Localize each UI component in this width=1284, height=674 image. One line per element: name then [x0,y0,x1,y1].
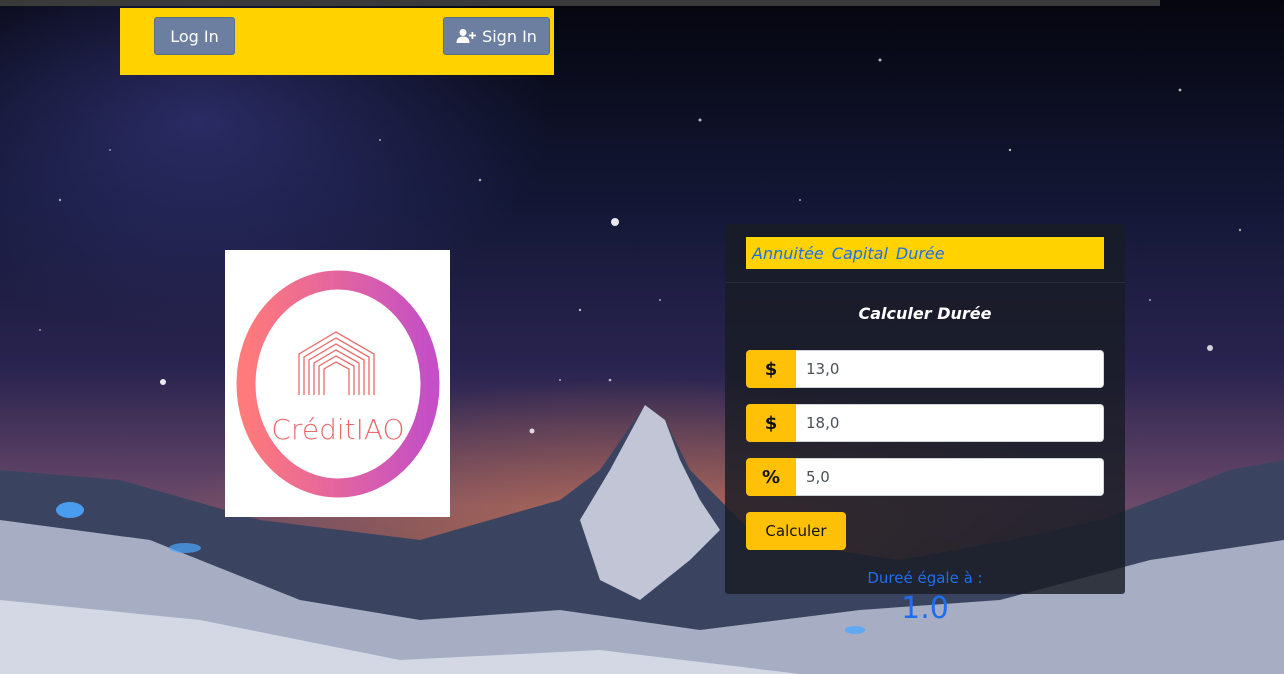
signin-label: Sign In [482,26,537,46]
signin-button[interactable]: Sign In [443,17,550,55]
credit-iao-logo: CréditIAO [236,270,439,497]
panel-title: Calculer Durée [858,304,992,323]
input-group-amount-2: $ [746,404,1104,442]
user-plus-icon [456,29,476,43]
calculator-panel: Annuitée Capital Durée Calculer Durée $ … [725,224,1125,626]
login-button[interactable]: Log In [154,17,235,55]
logo-text: CréditIAO [271,413,404,446]
dollar-icon: $ [746,350,796,388]
amount-input-2[interactable] [796,404,1104,442]
login-label: Log In [170,26,219,46]
input-group-rate: % [746,458,1104,496]
credit-iao-logo-card: CréditIAO [225,250,450,517]
tab-annuitee[interactable]: Annuitée [752,244,824,263]
panel-divider [725,282,1125,283]
tab-duree[interactable]: Durée [896,244,945,263]
result-label: Dureé égale à : [867,569,983,587]
amount-input-1[interactable] [796,350,1104,388]
calculator-tabs: Annuitée Capital Durée [746,237,1104,269]
calculer-button[interactable]: Calculer [746,512,846,550]
dollar-icon: $ [746,404,796,442]
top-navbar: Log In Sign In [120,8,554,75]
rate-input[interactable] [796,458,1104,496]
percent-icon: % [746,458,796,496]
tab-capital[interactable]: Capital [832,244,888,263]
input-group-amount-1: $ [746,350,1104,388]
result-value: 1.0 [901,591,949,626]
house-arch-icon [297,330,375,395]
